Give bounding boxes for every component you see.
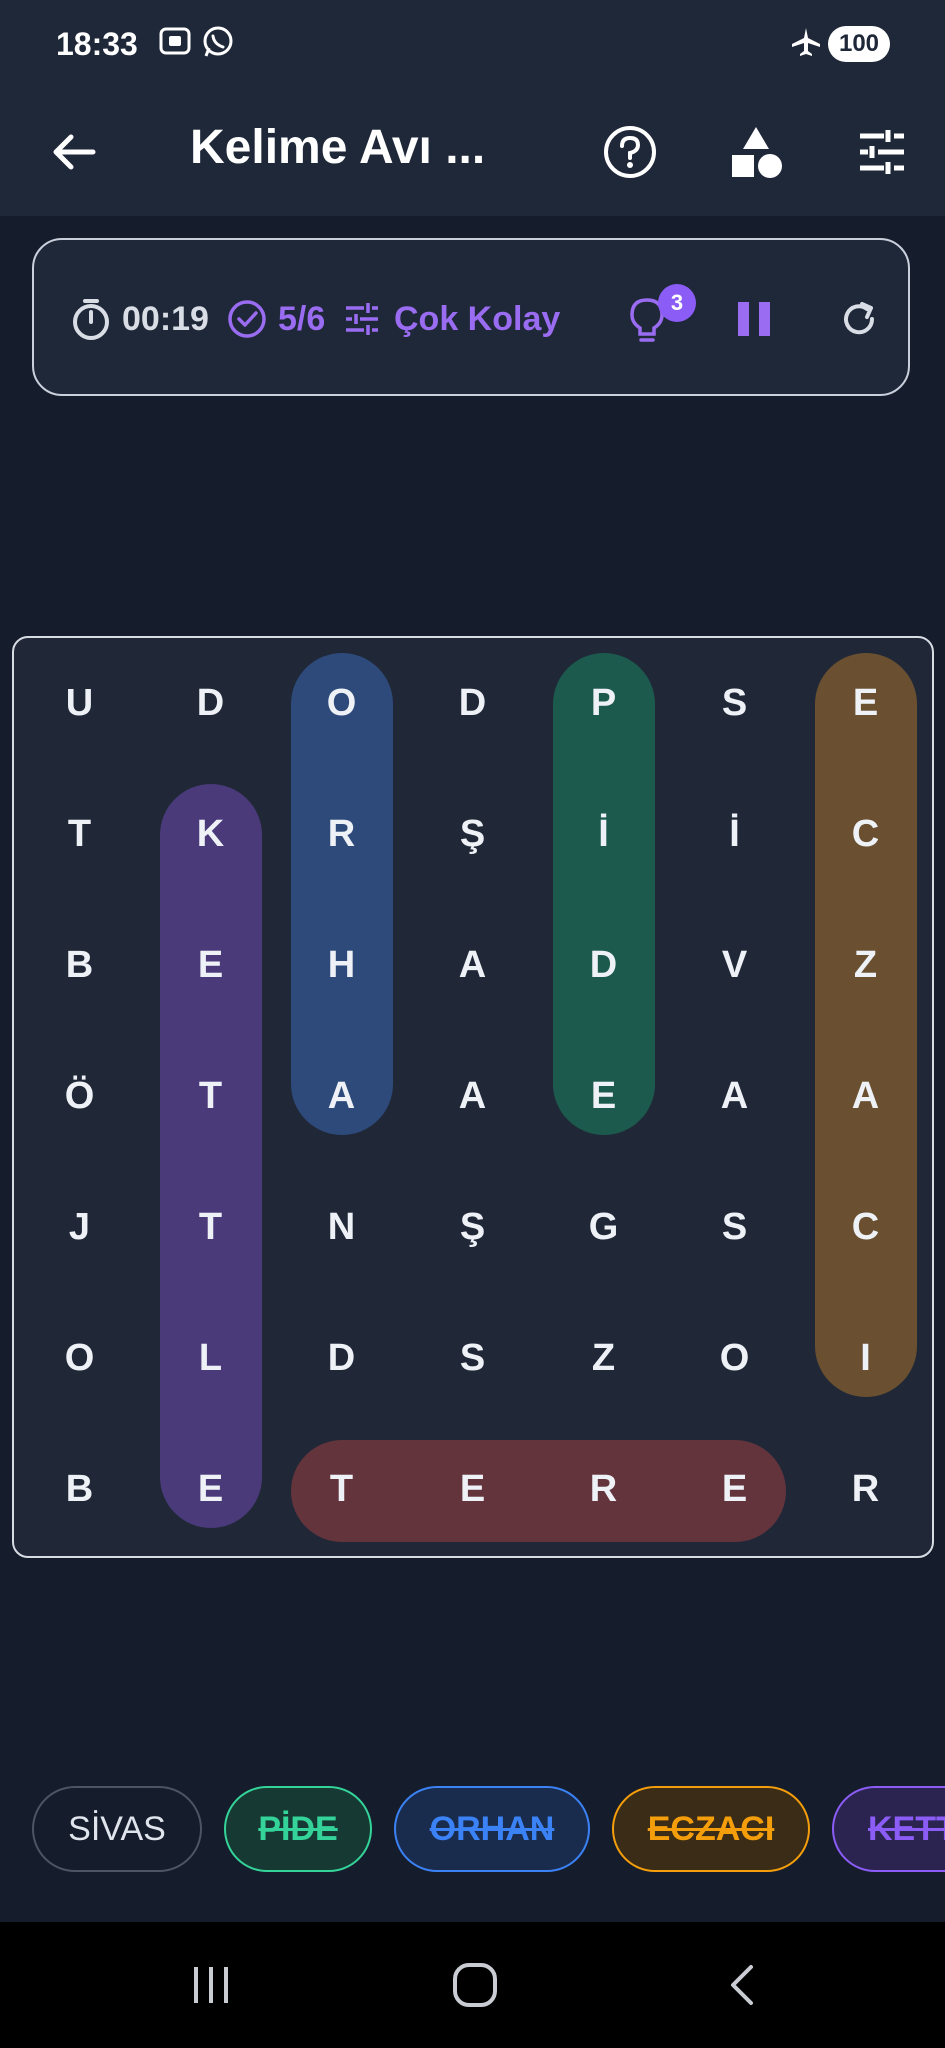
word-chip-kettle: KETTLE: [832, 1786, 945, 1872]
grid-cell[interactable]: S: [669, 638, 800, 769]
word-chip-pi̇de: PİDE: [224, 1786, 372, 1872]
app-bar: Kelime Avı ...: [0, 90, 945, 216]
game-info-card: 00:19 5/6 Çok Kolay 3: [32, 238, 910, 396]
grid-cell[interactable]: A: [800, 1031, 931, 1162]
grid-cell[interactable]: G: [538, 1162, 669, 1293]
recent-apps-icon[interactable]: [166, 1952, 256, 2018]
grid-cell[interactable]: A: [669, 1031, 800, 1162]
grid-cell[interactable]: Ö: [14, 1031, 145, 1162]
page-title: Kelime Avı ...: [190, 121, 486, 174]
grid-cell[interactable]: E: [800, 638, 931, 769]
whatsapp-icon: [200, 24, 236, 65]
hint-button[interactable]: [626, 240, 668, 398]
progress-text: 5/6: [278, 299, 326, 338]
grid-cell[interactable]: İ: [538, 769, 669, 900]
grid-cell[interactable]: R: [538, 1424, 669, 1555]
timer-text: 00:19: [122, 299, 209, 338]
grid-cell[interactable]: Z: [800, 900, 931, 1031]
grid-cell[interactable]: B: [14, 1424, 145, 1555]
word-chip-si̇vas: SİVAS: [32, 1786, 202, 1872]
grid-cell[interactable]: A: [276, 1031, 407, 1162]
grid-cell[interactable]: S: [669, 1162, 800, 1293]
back-icon[interactable]: [696, 1952, 786, 2018]
grid-cell[interactable]: V: [669, 900, 800, 1031]
grid-cell[interactable]: T: [14, 769, 145, 900]
tune-icon[interactable]: [842, 112, 922, 192]
word-list: SİVAS PİDE ORHAN ECZACI KETTLE: [0, 1786, 945, 1876]
refresh-icon[interactable]: [838, 240, 880, 398]
grid-cell[interactable]: Ş: [407, 769, 538, 900]
grid-cell[interactable]: E: [407, 1424, 538, 1555]
help-icon[interactable]: [590, 112, 670, 192]
stopwatch-icon: [70, 297, 112, 341]
grid-cell[interactable]: P: [538, 638, 669, 769]
word-chip-orhan: ORHAN: [394, 1786, 590, 1872]
grid-cell[interactable]: U: [14, 638, 145, 769]
grid-cell[interactable]: L: [145, 1293, 276, 1424]
grid-cell[interactable]: D: [407, 638, 538, 769]
grid-cell[interactable]: İ: [669, 769, 800, 900]
difficulty-text: Çok Kolay: [394, 299, 561, 338]
back-arrow-icon[interactable]: [34, 112, 114, 192]
check-circle-icon: [226, 298, 268, 340]
grid-cell[interactable]: R: [276, 769, 407, 900]
home-icon[interactable]: [430, 1952, 520, 2018]
system-nav-bar: [0, 1922, 945, 2048]
progress: 5/6: [226, 240, 325, 398]
grid-cell[interactable]: A: [407, 1031, 538, 1162]
shapes-icon[interactable]: [716, 112, 796, 192]
grid-cell[interactable]: D: [538, 900, 669, 1031]
grid-cell[interactable]: O: [669, 1293, 800, 1424]
grid-cell[interactable]: Ş: [407, 1162, 538, 1293]
grid-cell[interactable]: T: [276, 1424, 407, 1555]
grid-cell[interactable]: T: [145, 1031, 276, 1162]
status-bar: 18:33 100: [0, 0, 945, 90]
difficulty[interactable]: Çok Kolay: [342, 240, 560, 398]
screen-recorder-icon: [158, 24, 192, 63]
grid-cell[interactable]: I: [800, 1293, 931, 1424]
grid-cell[interactable]: K: [145, 769, 276, 900]
hint-count-badge: 3: [658, 284, 696, 322]
grid-cell[interactable]: R: [800, 1424, 931, 1555]
grid-cell[interactable]: D: [276, 1293, 407, 1424]
grid-cell[interactable]: A: [407, 900, 538, 1031]
word-chip-eczaci: ECZACI: [612, 1786, 810, 1872]
airplane-mode-icon: [790, 26, 822, 63]
grid-cell[interactable]: C: [800, 769, 931, 900]
pause-icon[interactable]: [736, 240, 772, 398]
grid-cell[interactable]: S: [407, 1293, 538, 1424]
grid-cell[interactable]: C: [800, 1162, 931, 1293]
grid-cell[interactable]: E: [145, 900, 276, 1031]
grid-cell[interactable]: H: [276, 900, 407, 1031]
grid-cell[interactable]: T: [145, 1162, 276, 1293]
timer: 00:19: [70, 240, 209, 398]
grid-cell[interactable]: J: [14, 1162, 145, 1293]
grid-cell[interactable]: O: [14, 1293, 145, 1424]
status-time: 18:33: [56, 26, 138, 62]
grid-cell[interactable]: Z: [538, 1293, 669, 1424]
battery-indicator: 100: [828, 26, 890, 62]
grid-cell[interactable]: D: [145, 638, 276, 769]
grid-cell[interactable]: E: [538, 1031, 669, 1162]
grid-cell[interactable]: E: [669, 1424, 800, 1555]
grid-cell[interactable]: O: [276, 638, 407, 769]
difficulty-sliders-icon: [342, 299, 382, 339]
grid-cell[interactable]: N: [276, 1162, 407, 1293]
grid-cell[interactable]: B: [14, 900, 145, 1031]
grid-cell[interactable]: E: [145, 1424, 276, 1555]
letter-grid[interactable]: UDODPSETKRŞİİCBEHADVZÖTAAEAAJTNŞGSCOLDSZ…: [12, 636, 934, 1558]
